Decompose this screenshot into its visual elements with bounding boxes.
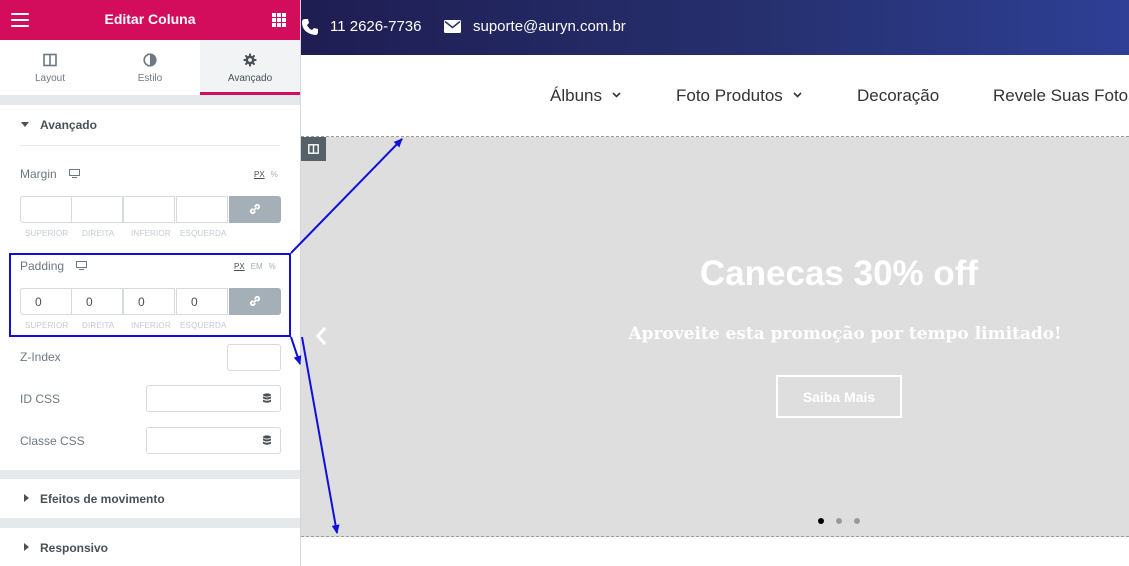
section-responsivo-toggle[interactable]: Responsivo — [0, 528, 300, 566]
section-avancado-toggle[interactable]: Avançado — [0, 105, 300, 145]
saiba-mais-button[interactable]: Saiba Mais — [776, 375, 902, 418]
dynamic-tags-button[interactable] — [253, 385, 281, 412]
columns-icon — [308, 144, 319, 154]
margin-top-input[interactable] — [20, 196, 72, 223]
envelope-icon — [444, 20, 461, 33]
caret-right-icon — [24, 494, 29, 502]
database-icon — [263, 393, 271, 403]
margin-left-input[interactable] — [176, 196, 228, 223]
nav-item-foto-produtos[interactable]: Foto Produtos — [676, 86, 802, 106]
padding-dimensions: 0 0 0 0 — [20, 288, 281, 315]
divider — [20, 145, 280, 146]
padding-label: Padding — [20, 259, 65, 273]
padding-top-input[interactable]: 0 — [20, 288, 72, 315]
section-title: Avançado — [40, 118, 97, 132]
slider-dot[interactable] — [818, 518, 824, 524]
unit-em[interactable]: EM — [251, 262, 263, 271]
tab-label: Estilo — [137, 73, 163, 84]
gear-icon — [243, 53, 257, 67]
nav-item-albuns[interactable]: Álbuns — [550, 86, 621, 106]
tab-label: Layout — [34, 73, 66, 84]
zindex-label: Z-Index — [20, 350, 61, 364]
phone-icon — [302, 19, 318, 35]
site-navigation: Álbuns Foto Produtos Decoração Revele Su… — [301, 55, 1129, 137]
widgets-grid-icon[interactable] — [272, 13, 286, 27]
columns-icon — [43, 53, 57, 67]
desktop-icon[interactable] — [69, 169, 80, 178]
margin-bottom-input[interactable] — [123, 196, 175, 223]
margin-label: Margin — [20, 167, 57, 181]
column-edit-handle[interactable] — [301, 137, 326, 161]
css-class-label: Classe CSS — [20, 434, 85, 448]
chevron-down-icon — [793, 92, 802, 98]
section-efeitos-toggle[interactable]: Efeitos de movimento — [0, 479, 300, 519]
slider-dot[interactable] — [854, 518, 860, 524]
css-class-input[interactable] — [146, 427, 254, 454]
panel-tabs: Layout Estilo Avançado — [0, 40, 300, 95]
section-divider — [0, 518, 300, 528]
zindex-input[interactable] — [227, 344, 281, 371]
padding-units: PX EM% — [228, 262, 276, 271]
dim-label: INFERIOR — [131, 321, 171, 330]
link-icon — [250, 204, 260, 214]
tab-layout[interactable]: Layout — [0, 40, 100, 95]
section-divider — [0, 470, 300, 479]
tab-estilo[interactable]: Estilo — [100, 40, 200, 95]
editor-panel: Editar Coluna Layout Estilo Avançado Ava… — [0, 0, 301, 566]
margin-right-input[interactable] — [71, 196, 123, 223]
slide-subtitle: Aproveite esta promoção por tempo limita… — [628, 324, 1062, 344]
hero-slider: Canecas 30% off Aproveite esta promoção … — [301, 137, 1129, 537]
slide-title: Canecas 30% off — [699, 254, 979, 293]
dim-label: ESQUERDA — [180, 229, 227, 238]
panel-header: Editar Coluna — [0, 0, 300, 40]
caret-down-icon — [21, 122, 29, 127]
padding-bottom-input[interactable]: 0 — [123, 288, 175, 315]
slider-dot[interactable] — [836, 518, 842, 524]
caret-right-icon — [24, 543, 29, 551]
nav-item-label: Revele Suas Fotos — [993, 86, 1129, 105]
margin-link-button[interactable] — [229, 196, 281, 223]
margin-units: PX% — [248, 170, 278, 179]
nav-item-label: Foto Produtos — [676, 86, 783, 105]
padding-left-input[interactable]: 0 — [176, 288, 228, 315]
css-id-input[interactable] — [146, 385, 254, 412]
panel-title: Editar Coluna — [104, 11, 196, 27]
section-title: Responsivo — [40, 541, 109, 555]
tab-label: Avançado — [227, 73, 273, 84]
padding-right-input[interactable]: 0 — [71, 288, 123, 315]
nav-item-label: Decoração — [857, 86, 940, 105]
css-id-label: ID CSS — [20, 392, 61, 406]
desktop-icon[interactable] — [76, 261, 87, 270]
dynamic-tags-button[interactable] — [253, 427, 281, 454]
margin-dimensions — [20, 196, 281, 223]
nav-item-label: Álbuns — [550, 86, 602, 105]
dim-label: INFERIOR — [131, 229, 171, 238]
contact-email[interactable]: suporte@auryn.com.br — [473, 18, 626, 35]
site-topbar: 11 2626-7736 suporte@auryn.com.br — [301, 0, 1129, 55]
dim-label: DIREITA — [82, 321, 115, 330]
unit-px[interactable]: PX — [234, 262, 245, 271]
dim-label: ESQUERDA — [180, 321, 227, 330]
unit-percent[interactable]: % — [269, 262, 276, 271]
link-icon — [250, 296, 260, 306]
padding-link-button[interactable] — [229, 288, 281, 315]
section-title: Efeitos de movimento — [40, 492, 165, 506]
database-icon — [263, 435, 271, 445]
unit-percent[interactable]: % — [271, 170, 278, 179]
contrast-icon — [143, 53, 157, 67]
dim-label: SUPERIOR — [25, 229, 69, 238]
nav-item-decoracao[interactable]: Decoração — [857, 86, 939, 106]
section-divider — [0, 95, 300, 105]
tab-avancado[interactable]: Avançado — [200, 40, 300, 95]
unit-px[interactable]: PX — [254, 170, 265, 179]
nav-item-revele[interactable]: Revele Suas Fotos — [993, 86, 1129, 106]
screen: Editar Coluna Layout Estilo Avançado Ava… — [0, 0, 1129, 566]
dim-label: SUPERIOR — [25, 321, 69, 330]
contact-phone[interactable]: 11 2626-7736 — [330, 18, 421, 35]
chevron-down-icon — [612, 92, 621, 98]
dim-label: DIREITA — [82, 229, 115, 238]
